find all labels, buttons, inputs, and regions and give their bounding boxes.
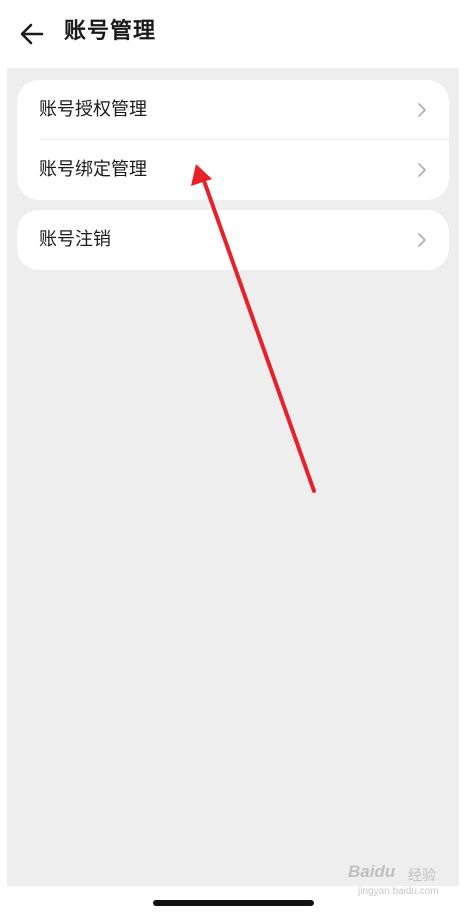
chevron-right-icon	[418, 163, 426, 177]
item-label: 账号注销	[39, 229, 111, 250]
home-indicator[interactable]	[153, 900, 314, 906]
watermark-sub: 经验	[408, 868, 436, 884]
back-button[interactable]	[12, 14, 52, 54]
account-management-screen: 账号管理 账号授权管理 账号绑定管理 账号注销 Baidu 经验 jingyan…	[0, 0, 467, 912]
account-authorization-item[interactable]: 账号授权管理	[17, 80, 449, 140]
watermark-brand: Baidu	[348, 862, 396, 881]
arrow-left-icon	[20, 23, 44, 45]
account-binding-item[interactable]: 账号绑定管理	[17, 140, 449, 200]
settings-content: 账号授权管理 账号绑定管理 账号注销	[7, 68, 459, 886]
chevron-right-icon	[418, 233, 426, 247]
account-cancellation-item[interactable]: 账号注销	[17, 210, 449, 270]
top-app-bar: 账号管理	[0, 0, 467, 68]
chevron-right-icon	[418, 103, 426, 117]
settings-group-account: 账号授权管理 账号绑定管理	[17, 80, 449, 200]
item-label: 账号授权管理	[39, 99, 147, 120]
settings-group-cancel: 账号注销	[17, 210, 449, 270]
watermark-url: jingyan.baidu.com	[358, 886, 439, 897]
baidu-watermark: Baidu 经验 jingyan.baidu.com	[348, 858, 443, 906]
item-label: 账号绑定管理	[39, 159, 147, 180]
page-title: 账号管理	[64, 19, 157, 44]
